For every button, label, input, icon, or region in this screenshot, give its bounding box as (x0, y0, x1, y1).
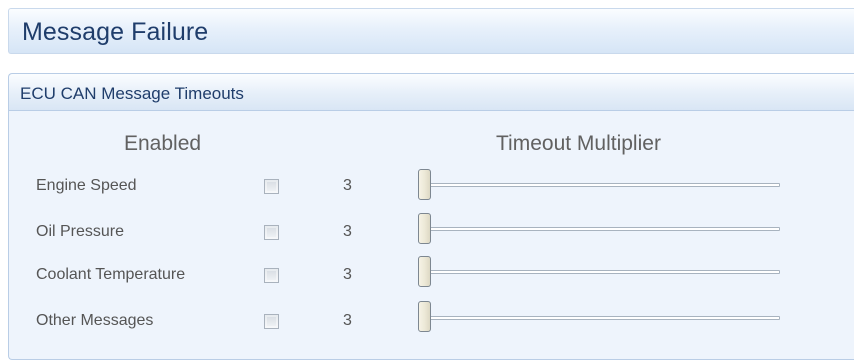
page-header: Message Failure (8, 8, 854, 54)
oil-pressure-slider-track[interactable] (419, 227, 780, 231)
engine-speed-multiplier-value: 3 (343, 177, 352, 194)
row-label-engine-speed: Engine Speed (36, 177, 137, 194)
other-messages-enabled-checkbox[interactable] (264, 314, 279, 329)
coolant-temperature-enabled-checkbox[interactable] (264, 268, 279, 283)
coolant-temperature-multiplier-value: 3 (343, 266, 352, 283)
page-title: Message Failure (22, 18, 209, 46)
engine-speed-slider-thumb[interactable] (418, 169, 431, 200)
other-messages-multiplier-value: 3 (343, 312, 352, 329)
oil-pressure-slider-thumb[interactable] (418, 213, 431, 244)
ecu-can-message-timeouts-panel: ECU CAN Message Timeouts Enabled Timeout… (8, 73, 854, 360)
coolant-temperature-slider-thumb[interactable] (418, 256, 431, 287)
engine-speed-enabled-checkbox[interactable] (264, 179, 279, 194)
row-label-oil-pressure: Oil Pressure (36, 223, 125, 240)
row-label-other-messages: Other Messages (36, 312, 154, 329)
engine-speed-slider-track[interactable] (419, 183, 780, 187)
row-label-coolant-temperature: Coolant Temperature (36, 266, 186, 283)
timeout-multiplier-column-heading: Timeout Multiplier (496, 132, 661, 155)
coolant-temperature-slider-track[interactable] (419, 270, 780, 274)
panel-title: ECU CAN Message Timeouts (20, 84, 244, 103)
enabled-column-heading: Enabled (124, 132, 202, 155)
panel-header: ECU CAN Message Timeouts (9, 74, 854, 111)
other-messages-slider-thumb[interactable] (418, 301, 431, 332)
oil-pressure-multiplier-value: 3 (343, 223, 352, 240)
other-messages-slider-track[interactable] (419, 316, 780, 320)
oil-pressure-enabled-checkbox[interactable] (264, 225, 279, 240)
